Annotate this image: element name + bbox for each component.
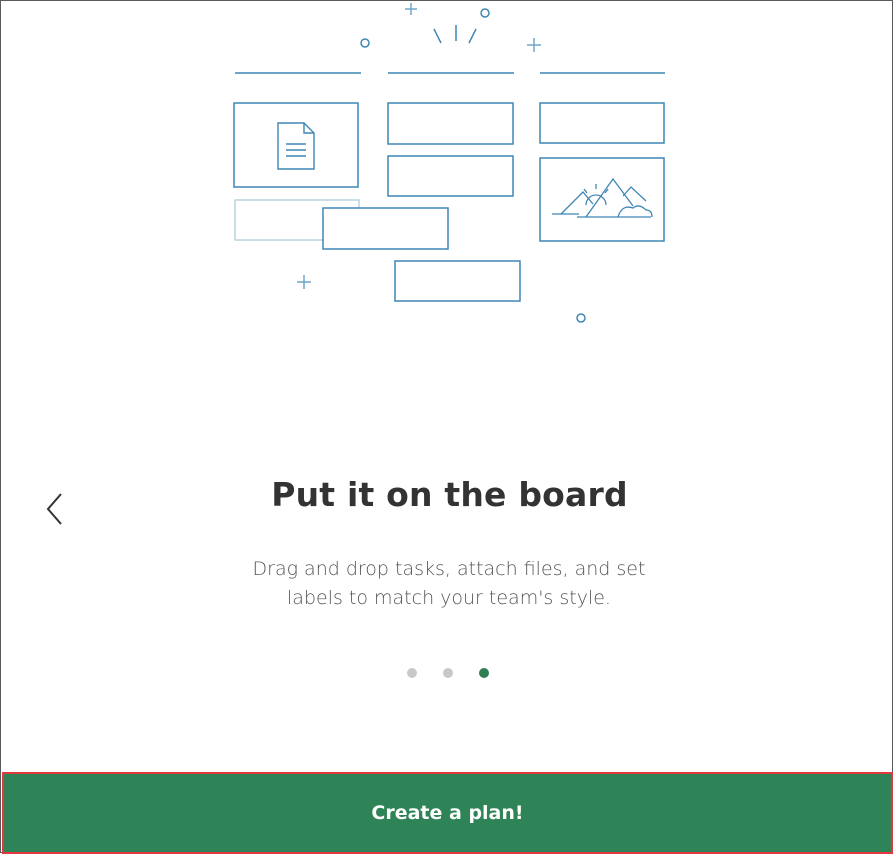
sparkle-line — [468, 28, 477, 44]
pagination-dot-1[interactable] — [407, 668, 417, 678]
image-card — [539, 157, 665, 242]
dragged-card — [322, 207, 449, 250]
board-illustration — [233, 3, 665, 323]
circle-decoration — [576, 313, 586, 323]
task-card — [387, 102, 514, 145]
circle-decoration — [360, 38, 370, 48]
create-plan-label: Create a plan! — [371, 802, 524, 824]
image-landscape-icon — [552, 177, 653, 218]
create-plan-button[interactable]: Create a plan! — [2, 772, 893, 854]
document-card — [233, 102, 359, 188]
circle-decoration — [480, 8, 490, 18]
slide-description: Drag and drop tasks, attach files, and s… — [252, 558, 646, 609]
plus-decoration — [405, 3, 417, 15]
pagination-dots — [407, 668, 489, 678]
document-icon — [277, 122, 315, 170]
sparkle-line — [433, 28, 442, 44]
task-card — [394, 260, 521, 302]
plus-decoration — [527, 38, 541, 52]
slide-title: Put it on the board — [271, 475, 628, 514]
task-card — [539, 102, 665, 144]
plus-decoration — [297, 275, 311, 289]
onboarding-dialog: Put it on the board Drag and drop tasks,… — [0, 0, 893, 854]
task-card — [387, 155, 514, 197]
pagination-dot-2[interactable] — [443, 668, 453, 678]
pagination-dot-3[interactable] — [479, 668, 489, 678]
